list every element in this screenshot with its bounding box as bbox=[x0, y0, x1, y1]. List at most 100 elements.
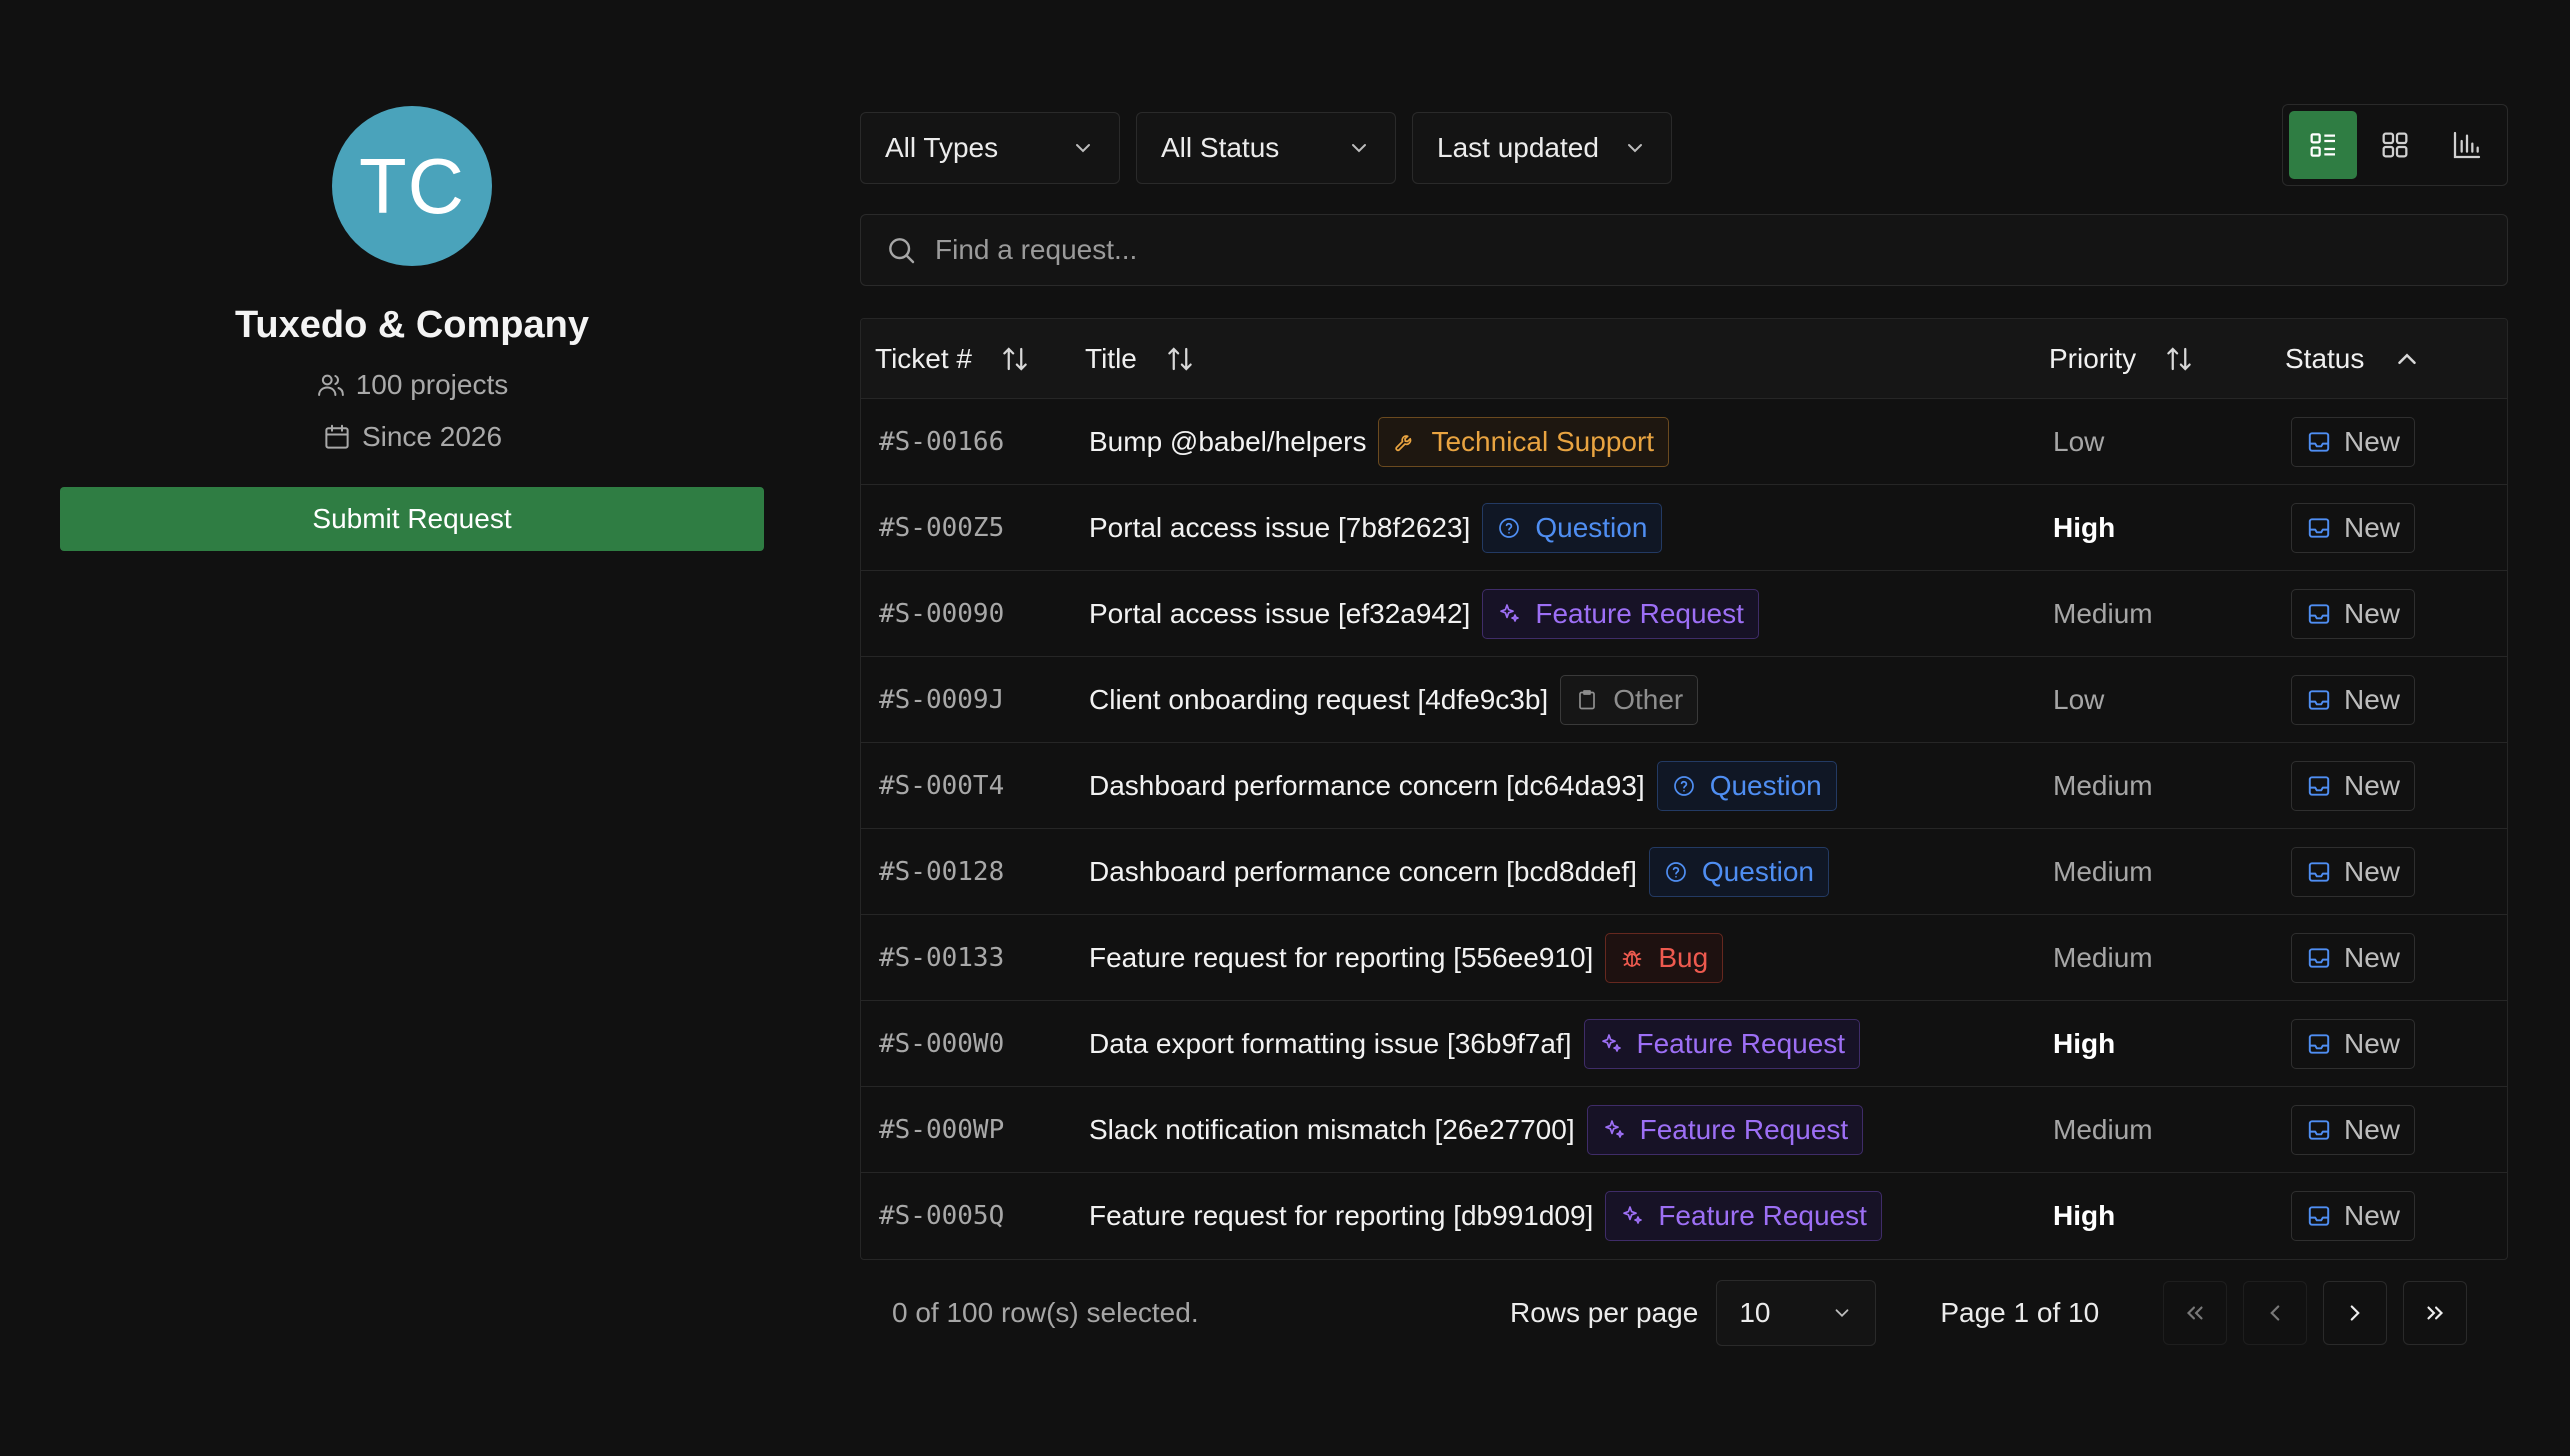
table-header: Ticket # Title Priority Status bbox=[861, 319, 2507, 399]
projects-count: 100 projects bbox=[316, 369, 508, 401]
table-row[interactable]: #S-00133 Feature request for reporting [5… bbox=[861, 915, 2507, 1001]
ticket-id: #S-0005Q bbox=[879, 1201, 1005, 1231]
chevron-down-icon bbox=[1076, 144, 1090, 153]
type-tag-label: Question bbox=[1701, 855, 1814, 887]
request-title: Feature request for reporting [556ee910] bbox=[1089, 941, 1594, 973]
inbox-icon bbox=[2308, 775, 2330, 796]
list-view-button[interactable] bbox=[2289, 111, 2357, 179]
table-row[interactable]: #S-00128 Dashboard performance concern [b… bbox=[861, 829, 2507, 915]
chart-view-icon bbox=[2453, 131, 2481, 159]
search-input[interactable] bbox=[935, 234, 2435, 266]
ticket-id: #S-000T4 bbox=[879, 770, 1005, 801]
table-row[interactable]: #S-000T4 Dashboard performance concern [d… bbox=[861, 743, 2507, 829]
chevron-down-icon bbox=[1352, 144, 1366, 153]
inbox-icon bbox=[2308, 603, 2330, 624]
title-cell: Client onboarding request [4dfe9c3b] Othe… bbox=[1085, 674, 2049, 725]
type-tag-label: Feature Request bbox=[1639, 1113, 1849, 1145]
inbox-icon bbox=[2308, 1033, 2330, 1054]
previous-page-button[interactable] bbox=[2243, 1281, 2308, 1345]
since-date: Since 2026 bbox=[322, 421, 502, 453]
request-title: Dashboard performance concern [bcd8ddef] bbox=[1089, 855, 1637, 887]
status-badge: New bbox=[2291, 1191, 2416, 1241]
status-label: New bbox=[2344, 425, 2401, 457]
status-label: New bbox=[2344, 511, 2401, 543]
rows-per-page-label: Rows per page bbox=[1510, 1297, 1699, 1328]
type-tag-label: Other bbox=[1613, 683, 1684, 715]
type-tag: Other bbox=[1560, 674, 1699, 725]
chevrons-left-icon bbox=[2187, 1306, 2203, 1320]
chart-view-button[interactable] bbox=[2433, 111, 2501, 179]
type-tag: Question bbox=[1482, 502, 1663, 553]
status-header-label: Status bbox=[2285, 342, 2365, 374]
chevron-down-icon bbox=[1835, 1309, 1849, 1318]
help-circle-icon bbox=[1673, 775, 1694, 796]
list-view-icon bbox=[2310, 133, 2335, 157]
ticket-id: #S-000W0 bbox=[879, 1028, 1005, 1059]
status-cell: New bbox=[2285, 760, 2507, 811]
status-badge: New bbox=[2291, 416, 2416, 467]
request-title: Portal access issue [7b8f2623] bbox=[1089, 511, 1471, 543]
table-row[interactable]: #S-000WP Slack notification mismatch [26e… bbox=[861, 1087, 2507, 1173]
chevron-left-icon bbox=[2270, 1305, 2280, 1321]
grid-view-icon bbox=[2382, 132, 2408, 158]
table-footer: 0 of 100 row(s) selected. Rows per page … bbox=[860, 1280, 2508, 1346]
status-column-header[interactable]: Status bbox=[2285, 343, 2507, 375]
sort-icon bbox=[1168, 346, 1192, 371]
help-circle-icon bbox=[1499, 517, 1520, 538]
ticket-column-header[interactable]: Ticket # bbox=[861, 343, 1085, 375]
title-cell: Portal access issue [ef32a942] Feature Re… bbox=[1085, 588, 2049, 639]
type-tag: Feature Request bbox=[1586, 1104, 1864, 1155]
table-body: #S-00166 Bump @babel/helpers Technical Sup… bbox=[861, 399, 2507, 1259]
ticket-id: #S-00133 bbox=[879, 942, 1005, 973]
calendar-icon bbox=[325, 424, 349, 449]
type-tag-label: Technical Support bbox=[1431, 425, 1655, 457]
title-column-header[interactable]: Title bbox=[1085, 343, 2049, 375]
sparkles-icon bbox=[1500, 603, 1520, 622]
sparkles-icon bbox=[1601, 1033, 1621, 1052]
grid-view-button[interactable] bbox=[2361, 111, 2429, 179]
table-row[interactable]: #S-0005Q Feature request for reporting [d… bbox=[861, 1173, 2507, 1259]
status-label: New bbox=[2344, 597, 2401, 629]
type-filter-select[interactable]: All Types bbox=[860, 112, 1120, 184]
request-title: Client onboarding request [4dfe9c3b] bbox=[1089, 683, 1549, 715]
status-label: New bbox=[2344, 1200, 2401, 1231]
last-page-button[interactable] bbox=[2403, 1281, 2468, 1345]
status-badge: New bbox=[2291, 846, 2416, 897]
sparkles-icon bbox=[1623, 1206, 1643, 1224]
status-badge: New bbox=[2291, 1018, 2416, 1069]
table-row[interactable]: #S-000Z5 Portal access issue [7b8f2623] Qu… bbox=[861, 485, 2507, 571]
type-tag: Feature Request bbox=[1605, 1191, 1882, 1241]
inbox-icon bbox=[2308, 431, 2330, 452]
status-filter-select[interactable]: All Status bbox=[1136, 112, 1396, 184]
priority-value: Medium bbox=[2053, 1113, 2153, 1145]
sort-select[interactable]: Last updated bbox=[1412, 112, 1672, 184]
type-tag-label: Bug bbox=[1658, 941, 1709, 973]
table-row[interactable]: #S-000W0 Data export formatting issue [36… bbox=[861, 1001, 2507, 1087]
first-page-button[interactable] bbox=[2163, 1281, 2228, 1345]
title-cell: Dashboard performance concern [bcd8ddef]… bbox=[1085, 846, 2049, 897]
request-title: Portal access issue [ef32a942] bbox=[1089, 597, 1471, 629]
type-tag: Question bbox=[1648, 846, 1829, 897]
submit-request-button[interactable]: Submit Request bbox=[60, 487, 764, 551]
type-tag-label: Feature Request bbox=[1636, 1027, 1846, 1059]
table-row[interactable]: #S-00166 Bump @babel/helpers Technical Sup… bbox=[861, 399, 2507, 485]
ticket-id: #S-000WP bbox=[879, 1114, 1005, 1145]
status-cell: New bbox=[2285, 932, 2507, 983]
search-icon bbox=[889, 238, 915, 264]
next-page-button[interactable] bbox=[2323, 1281, 2388, 1345]
status-cell: New bbox=[2285, 1018, 2507, 1069]
table-row[interactable]: #S-0009J Client onboarding request [4dfe9… bbox=[861, 657, 2507, 743]
ticket-header-label: Ticket # bbox=[875, 342, 972, 374]
status-badge: New bbox=[2291, 502, 2416, 553]
priority-column-header[interactable]: Priority bbox=[2049, 343, 2285, 375]
ticket-id: #S-0009J bbox=[879, 684, 1005, 715]
rows-per-page-select[interactable]: 10 bbox=[1716, 1280, 1877, 1346]
status-cell: New bbox=[2285, 502, 2507, 553]
status-badge: New bbox=[2291, 760, 2416, 811]
priority-header-label: Priority bbox=[2049, 342, 2137, 374]
table-row[interactable]: #S-00090 Portal access issue [ef32a942] Fe… bbox=[861, 571, 2507, 657]
type-tag: Feature Request bbox=[1482, 588, 1759, 639]
avatar: TC bbox=[332, 106, 492, 266]
company-name: Tuxedo & Company bbox=[235, 304, 589, 346]
help-circle-icon bbox=[1666, 861, 1686, 882]
